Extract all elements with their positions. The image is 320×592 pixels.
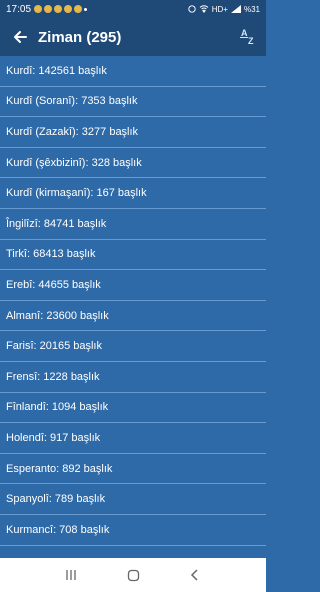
notification-icons: [34, 5, 88, 13]
notification-icon: [34, 5, 43, 13]
list-item[interactable]: Frensî: 1228 başlık: [0, 362, 266, 393]
status-bar: 17:05 HD+ %31: [0, 0, 266, 18]
list-item[interactable]: Kurdî (kirmaşanî): 167 başlık: [0, 178, 266, 209]
list-item[interactable]: Kurdî (Soranî): 7353 başlık: [0, 87, 266, 118]
status-time: 17:05: [6, 3, 32, 15]
list-item[interactable]: Farisî: 20165 başlık: [0, 331, 266, 362]
list-item[interactable]: Îngilîzî: 84741 başlık: [0, 209, 266, 240]
more-notifications-icon: [84, 7, 88, 11]
alarm-icon: [188, 5, 196, 13]
list-item-partial[interactable]: [0, 546, 266, 559]
list-item[interactable]: Kurdî (şêxbizinî): 328 başlık: [0, 148, 266, 179]
list-item[interactable]: Tirkî: 68413 başlık: [0, 240, 266, 271]
sort-label-z: Z: [248, 36, 254, 46]
notification-icon: [64, 5, 73, 13]
list-item[interactable]: Holendî: 917 başlık: [0, 423, 266, 454]
back-arrow-icon[interactable]: [12, 29, 28, 45]
page-title: Ziman (295): [38, 28, 122, 46]
system-nav-bar: [0, 558, 266, 592]
language-list: Kurdî: 142561 başlık Kurdî (Soranî): 735…: [0, 56, 266, 558]
list-item[interactable]: Kurmancî: 708 başlık: [0, 515, 266, 546]
notification-icon: [54, 5, 63, 13]
battery-label: %31: [243, 4, 260, 14]
list-item[interactable]: Kurdî (Zazakî): 3277 başlık: [0, 117, 266, 148]
list-item[interactable]: Erebî: 44655 başlık: [0, 270, 266, 301]
list-item[interactable]: Esperanto: 892 başlık: [0, 454, 266, 485]
sort-bar: [240, 37, 248, 38]
signal-icon: [230, 5, 241, 13]
network-label: HD+: [211, 4, 228, 14]
home-icon[interactable]: [123, 565, 143, 585]
back-nav-icon[interactable]: [185, 565, 205, 585]
notification-icon: [74, 5, 83, 13]
notification-icon: [44, 5, 53, 13]
list-item[interactable]: Kurdî: 142561 başlık: [0, 56, 266, 87]
status-right: HD+ %31: [188, 5, 260, 14]
app-bar: Ziman (295) A Z: [0, 18, 266, 56]
list-item[interactable]: Almanî: 23600 başlık: [0, 301, 266, 332]
list-item[interactable]: Fînlandî: 1094 başlık: [0, 393, 266, 424]
sort-az-icon[interactable]: A Z: [240, 27, 258, 47]
recent-apps-icon[interactable]: [61, 565, 81, 585]
wifi-icon: [199, 5, 209, 13]
list-item[interactable]: Spanyolî: 789 başlık: [0, 484, 266, 515]
